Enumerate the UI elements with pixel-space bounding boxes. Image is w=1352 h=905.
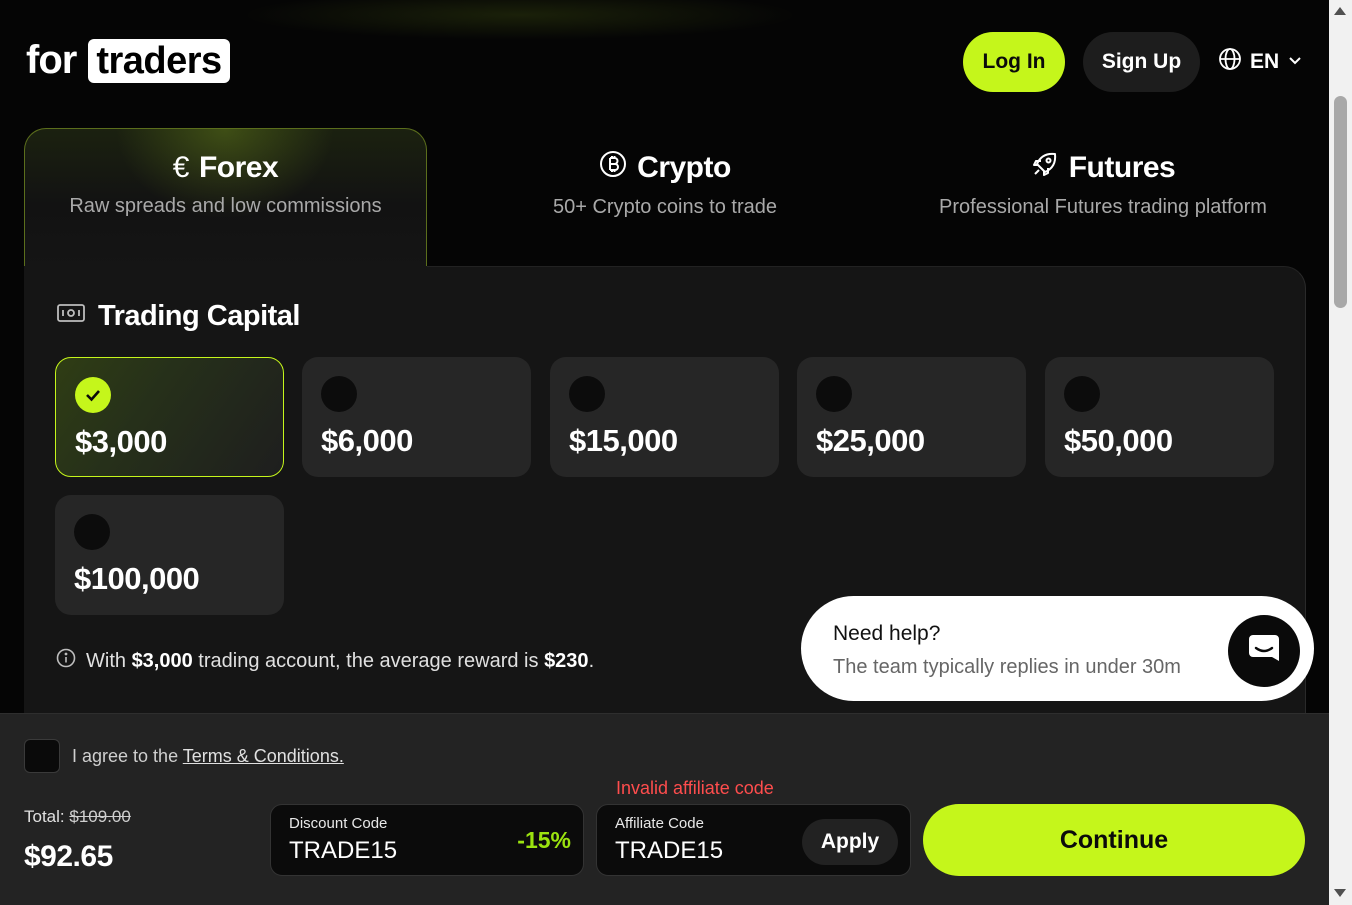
language-selector[interactable]: EN: [1218, 48, 1303, 76]
euro-icon: €: [172, 151, 190, 184]
affiliate-code-input[interactable]: [615, 837, 815, 865]
info-reward: $230: [544, 649, 589, 672]
affiliate-code-field[interactable]: Affiliate Code Apply: [596, 804, 911, 876]
language-label: EN: [1250, 50, 1280, 73]
tab-crypto-title: Crypto: [637, 151, 731, 184]
logo[interactable]: for traders: [26, 38, 230, 83]
help-subtitle: The team typically replies in under 30m: [833, 656, 1181, 678]
top-glow: [240, 0, 800, 40]
radio-button: [321, 376, 357, 412]
signup-button[interactable]: Sign Up: [1083, 32, 1200, 92]
globe-icon: [1218, 47, 1242, 77]
scrollbar-thumb[interactable]: [1334, 96, 1347, 308]
scroll-up-icon[interactable]: [1334, 7, 1346, 15]
info-suffix: .: [588, 649, 595, 672]
radio-button: [569, 376, 605, 412]
tab-futures[interactable]: Futures Professional Futures trading pla…: [930, 128, 1276, 268]
login-button[interactable]: Log In: [963, 32, 1065, 92]
affiliate-error-message: Invalid affiliate code: [616, 778, 774, 798]
capital-option-25000[interactable]: $25,000: [797, 357, 1026, 477]
chevron-down-icon: [1287, 50, 1303, 74]
continue-button[interactable]: Continue: [923, 804, 1305, 876]
rocket-icon: [1031, 150, 1059, 186]
logo-prefix: for: [26, 38, 77, 82]
total-original-price: $109.00: [69, 807, 131, 826]
discount-percent: -15%: [517, 827, 571, 853]
trading-capital-title: Trading Capital: [98, 300, 300, 332]
logo-highlight: traders: [88, 38, 230, 83]
total-label-text: Total:: [24, 807, 65, 826]
banknote-icon: [56, 300, 86, 333]
chat-icon: [1247, 633, 1281, 670]
terms-prefix: I agree to the: [72, 746, 179, 766]
capital-amount: $50,000: [1064, 423, 1173, 458]
info-icon: [56, 648, 76, 674]
info-middle: trading account, the average reward is: [198, 649, 539, 672]
terms-checkbox[interactable]: [24, 739, 60, 773]
capital-amount: $6,000: [321, 423, 413, 458]
total-price: $92.65: [24, 840, 113, 873]
reward-info: With $3,000 trading account, the average…: [56, 648, 594, 674]
capital-amount: $25,000: [816, 423, 925, 458]
help-widget[interactable]: Need help? The team typically replies in…: [801, 596, 1314, 701]
capital-option-100000[interactable]: $100,000: [55, 495, 284, 615]
tab-forex[interactable]: € Forex Raw spreads and low commissions: [24, 128, 427, 268]
tab-crypto[interactable]: Crypto 50+ Crypto coins to trade: [460, 128, 870, 268]
discount-code-input[interactable]: [289, 837, 489, 865]
tab-futures-title: Futures: [1068, 151, 1176, 184]
bitcoin-icon: [599, 150, 627, 186]
section-title: Trading Capital: [56, 300, 300, 333]
terms-label: I agree to the Terms & Conditions.: [72, 746, 344, 767]
capital-amount: $3,000: [75, 424, 167, 459]
page-scrollbar[interactable]: [1329, 0, 1352, 905]
capital-amount: $15,000: [569, 423, 678, 458]
capital-amount: $100,000: [74, 561, 200, 596]
tab-crypto-subtitle: 50+ Crypto coins to trade: [552, 196, 777, 218]
capital-option-50000[interactable]: $50,000: [1045, 357, 1274, 477]
tab-forex-title: Forex: [198, 151, 279, 184]
radio-button: [1064, 376, 1100, 412]
discount-code-label: Discount Code: [289, 815, 388, 832]
terms-link[interactable]: Terms & Conditions.: [183, 746, 344, 766]
page: for traders Log In Sign Up EN € Forex Ra…: [0, 0, 1329, 905]
radio-button: [74, 514, 110, 550]
affiliate-code-label: Affiliate Code: [615, 815, 704, 832]
chat-button[interactable]: [1228, 615, 1300, 687]
apply-button[interactable]: Apply: [802, 819, 898, 865]
total-label: Total: $109.00: [24, 807, 131, 827]
checkmark-icon: [75, 377, 111, 413]
info-prefix: With: [86, 649, 126, 672]
info-amount: $3,000: [131, 649, 193, 672]
capital-option-6000[interactable]: $6,000: [302, 357, 531, 477]
help-title: Need help?: [833, 622, 941, 645]
scroll-down-icon[interactable]: [1334, 889, 1346, 897]
radio-button: [816, 376, 852, 412]
discount-code-field[interactable]: Discount Code -15%: [270, 804, 584, 876]
tab-futures-subtitle: Professional Futures trading platform: [939, 196, 1267, 218]
tab-forex-subtitle: Raw spreads and low commissions: [69, 195, 382, 217]
capital-option-15000[interactable]: $15,000: [550, 357, 779, 477]
capital-option-3000[interactable]: $3,000: [55, 357, 284, 477]
